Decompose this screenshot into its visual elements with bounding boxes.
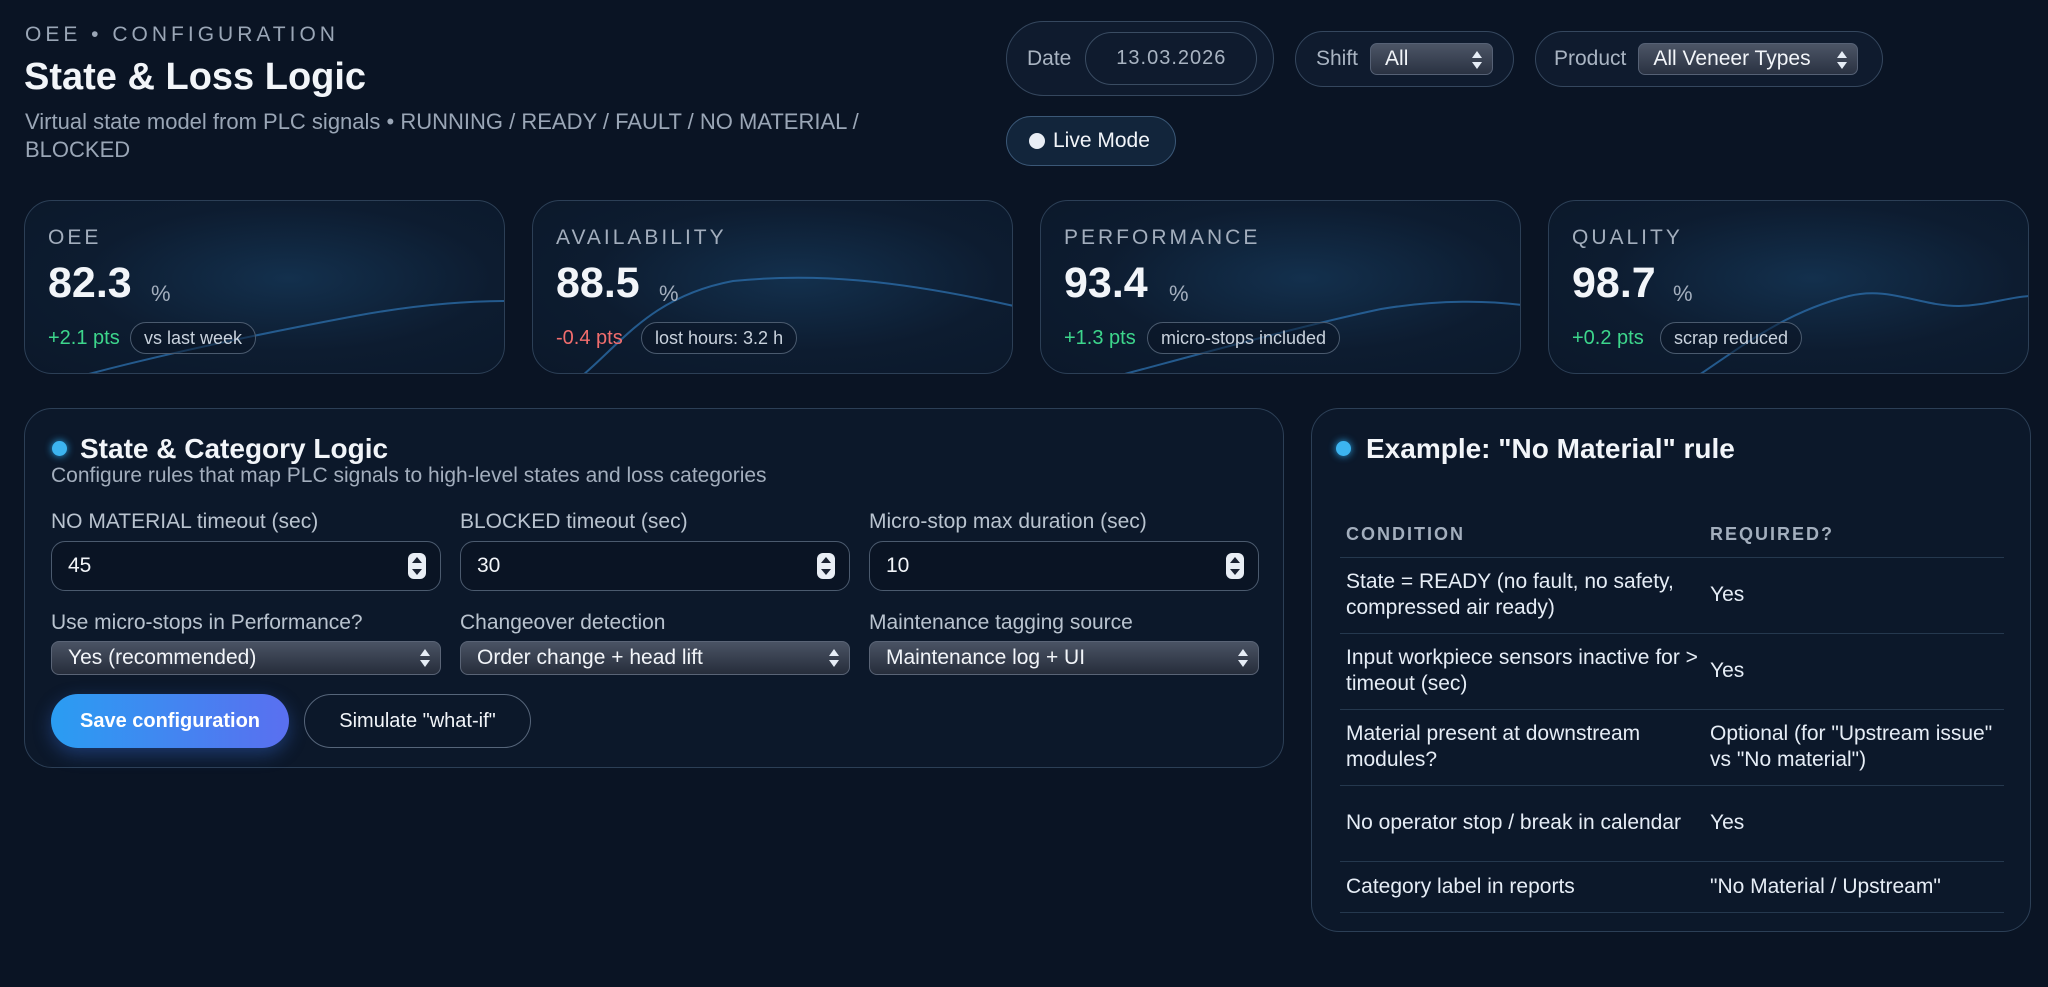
kpi-card-availability: AVAILABILITY 88.5 % -0.4 pts lost hours:… xyxy=(532,200,1013,374)
shift-select[interactable]: All xyxy=(1370,43,1494,75)
product-select-value: All Veneer Types xyxy=(1653,47,1811,70)
shift-filter: Shift All xyxy=(1295,31,1514,87)
condition-cell: Material present at downstream modules? xyxy=(1340,709,1704,786)
condition-cell: State = READY (no fault, no safety, comp… xyxy=(1340,557,1704,634)
kpi-delta: +1.3 pts xyxy=(1064,327,1136,349)
kpi-unit: % xyxy=(1169,281,1189,306)
kpi-value: 82.3 xyxy=(48,259,132,307)
kpi-delta: +0.2 pts xyxy=(1572,327,1644,349)
date-label: Date xyxy=(1027,46,1072,70)
input-value: 45 xyxy=(68,554,92,577)
condition-cell: Input workpiece sensors inactive for > t… xyxy=(1340,633,1704,710)
kpi-label: OEE xyxy=(48,226,102,249)
kpi-value: 93.4 xyxy=(1064,259,1148,307)
required-cell: Yes xyxy=(1704,785,2004,862)
rule-table: CONDITION REQUIRED? State = READY (no fa… xyxy=(1340,513,2004,913)
kpi-unit: % xyxy=(659,281,679,306)
required-cell: Optional (for "Upstream issue" vs "No ma… xyxy=(1704,709,2004,786)
kpi-unit: % xyxy=(151,281,171,306)
no-material-timeout-input[interactable]: 45 xyxy=(51,541,441,591)
kpi-note-badge: scrap reduced xyxy=(1660,322,1803,354)
product-label: Product xyxy=(1554,47,1627,70)
section-dot-icon xyxy=(1336,441,1351,456)
live-status-dot-icon xyxy=(1029,133,1045,149)
kpi-label: QUALITY xyxy=(1572,226,1683,249)
column-header: REQUIRED? xyxy=(1704,513,2004,558)
live-mode-label: Live Mode xyxy=(1053,129,1150,152)
column-header: CONDITION xyxy=(1340,513,1704,558)
kpi-note-badge: vs last week xyxy=(130,322,257,354)
blocked-timeout-input[interactable]: 30 xyxy=(460,541,850,591)
required-cell: Yes xyxy=(1704,557,2004,634)
save-configuration-button[interactable]: Save configuration xyxy=(51,694,289,748)
required-cell: Yes xyxy=(1704,633,2004,710)
select-arrows-icon xyxy=(1837,50,1848,70)
page-title: State & Loss Logic xyxy=(24,56,367,98)
kpi-label: AVAILABILITY xyxy=(556,226,727,249)
condition-cell: Category label in reports xyxy=(1340,861,1704,913)
table-row: Category label in reports "No Material /… xyxy=(1340,861,2004,913)
select-arrows-icon xyxy=(1238,648,1248,668)
select-arrows-icon xyxy=(1472,50,1483,70)
kpi-value: 98.7 xyxy=(1572,259,1656,307)
table-row: State = READY (no fault, no safety, comp… xyxy=(1340,557,2004,634)
kpi-label: PERFORMANCE xyxy=(1064,226,1261,249)
kpi-card-performance: PERFORMANCE 93.4 % +1.3 pts micro-stops … xyxy=(1040,200,1521,374)
use-micro-stops-select[interactable]: Yes (recommended) xyxy=(51,641,441,675)
select-arrows-icon xyxy=(829,648,839,668)
use-micro-stops-label: Use micro-stops in Performance? xyxy=(51,611,363,634)
panel-description: Configure rules that map PLC signals to … xyxy=(51,464,767,487)
condition-cell: No operator stop / break in calendar xyxy=(1340,785,1704,862)
micro-stop-max-label: Micro-stop max duration (sec) xyxy=(869,510,1147,533)
kpi-delta: -0.4 pts xyxy=(556,327,623,349)
date-input[interactable]: 13.03.2026 xyxy=(1085,32,1258,85)
changeover-detection-select[interactable]: Order change + head lift xyxy=(460,641,850,675)
kpi-note-badge: lost hours: 3.2 h xyxy=(641,322,798,354)
input-value: 10 xyxy=(886,554,910,577)
blocked-timeout-label: BLOCKED timeout (sec) xyxy=(460,510,688,533)
no-material-timeout-label: NO MATERIAL timeout (sec) xyxy=(51,510,319,533)
stepper-icon[interactable] xyxy=(817,553,835,579)
maintenance-source-label: Maintenance tagging source xyxy=(869,611,1133,634)
select-arrows-icon xyxy=(420,648,430,668)
kpi-delta: +2.1 pts xyxy=(48,327,120,349)
select-value: Yes (recommended) xyxy=(68,646,257,669)
table-header-row: CONDITION REQUIRED? xyxy=(1340,513,2004,558)
shift-select-value: All xyxy=(1385,47,1409,70)
select-value: Order change + head lift xyxy=(477,646,703,669)
shift-label: Shift xyxy=(1316,47,1359,70)
micro-stop-max-input[interactable]: 10 xyxy=(869,541,1259,591)
date-filter: Date 13.03.2026 xyxy=(1006,21,1274,96)
table-row: Input workpiece sensors inactive for > t… xyxy=(1340,633,2004,710)
input-value: 30 xyxy=(477,554,501,577)
panel-title: Example: "No Material" rule xyxy=(1366,433,1735,464)
kpi-card-quality: QUALITY 98.7 % +0.2 pts scrap reduced xyxy=(1548,200,2029,374)
simulate-what-if-button[interactable]: Simulate "what-if" xyxy=(304,694,531,748)
page-subtitle: Virtual state model from PLC signals • R… xyxy=(25,109,859,162)
stepper-icon[interactable] xyxy=(408,553,426,579)
live-mode-toggle[interactable]: Live Mode xyxy=(1006,116,1176,166)
stepper-icon[interactable] xyxy=(1226,553,1244,579)
changeover-detection-label: Changeover detection xyxy=(460,611,666,634)
maintenance-source-select[interactable]: Maintenance log + UI xyxy=(869,641,1259,675)
table-row: Material present at downstream modules? … xyxy=(1340,709,2004,786)
kpi-value: 88.5 xyxy=(556,259,640,307)
kpi-unit: % xyxy=(1673,281,1693,306)
panel-title: State & Category Logic xyxy=(80,433,389,464)
kpi-note-badge: micro-stops included xyxy=(1147,322,1341,354)
page: OEE • CONFIGURATION State & Loss Logic V… xyxy=(0,0,2048,987)
kpi-card-oee: OEE 82.3 % +2.1 pts vs last week xyxy=(24,200,505,374)
state-category-logic-panel: State & Category Logic Configure rules t… xyxy=(24,408,1284,768)
required-cell: "No Material / Upstream" xyxy=(1704,861,2004,913)
select-value: Maintenance log + UI xyxy=(886,646,1086,669)
section-dot-icon xyxy=(52,441,67,456)
page-eyebrow: OEE • CONFIGURATION xyxy=(25,23,339,46)
product-filter: Product All Veneer Types xyxy=(1535,31,1883,87)
table-row: No operator stop / break in calendar Yes xyxy=(1340,785,2004,862)
product-select[interactable]: All Veneer Types xyxy=(1638,43,1859,75)
no-material-rule-panel: Example: "No Material" rule CONDITION RE… xyxy=(1311,408,2031,932)
